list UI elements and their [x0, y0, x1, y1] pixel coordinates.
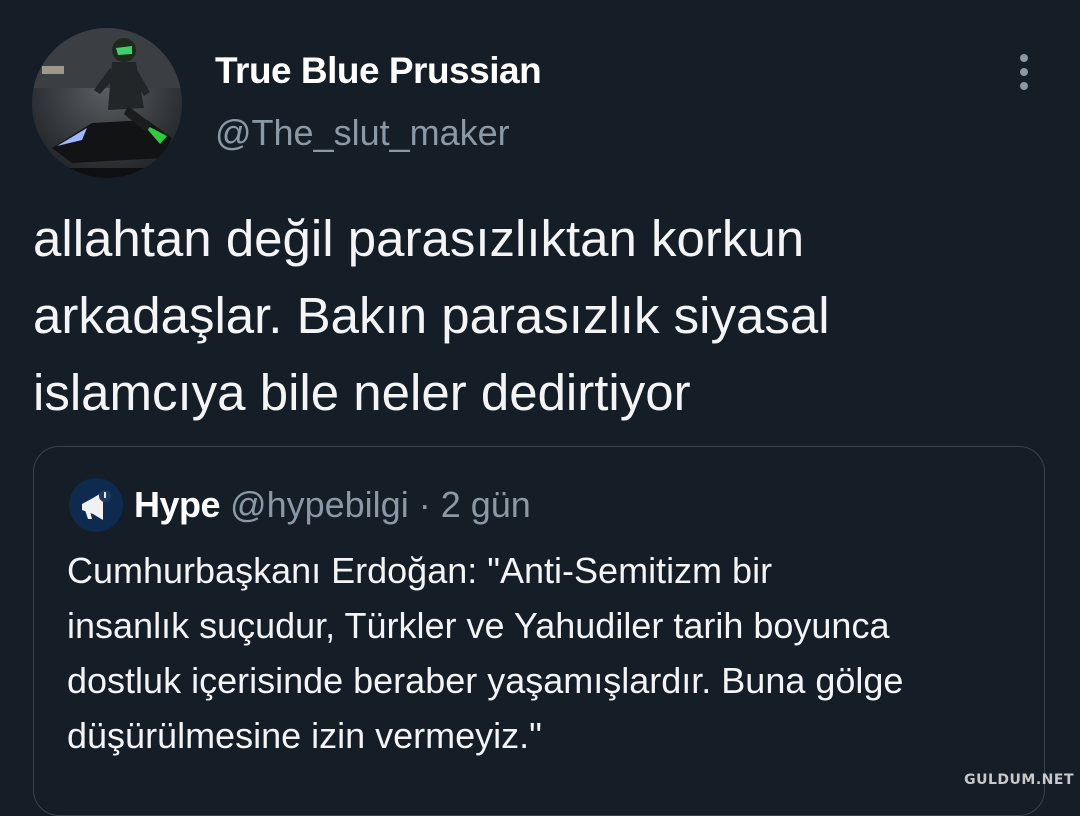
hype-logo-icon	[69, 478, 123, 532]
quoted-tweet-header: Hype @hypebilgi · 2 gün	[134, 483, 531, 527]
author-avatar[interactable]	[32, 28, 182, 178]
more-vertical-icon	[1020, 82, 1028, 90]
quoted-author-handle[interactable]: @hypebilgi	[230, 484, 409, 525]
more-vertical-icon	[1020, 54, 1028, 62]
more-options-button[interactable]	[1004, 50, 1044, 94]
author-name[interactable]: True Blue Prussian	[215, 50, 542, 92]
more-vertical-icon	[1020, 68, 1028, 76]
author-handle[interactable]: @The_slut_maker	[215, 112, 510, 154]
quoted-tweet-text: Cumhurbaşkanı Erdoğan: "Anti-Semitizm bi…	[67, 550, 904, 756]
site-watermark: GULDUM.NET	[964, 772, 1074, 788]
avatar-photo-icon	[32, 28, 182, 178]
quoted-author-avatar[interactable]	[69, 478, 123, 532]
tweet-text: allahtan değil parasızlıktan korkun arka…	[33, 210, 830, 421]
tweet: True Blue Prussian @The_slut_maker allah…	[0, 0, 1080, 816]
quoted-tweet-time[interactable]: 2 gün	[441, 484, 531, 525]
header-separator: ·	[418, 484, 431, 525]
quoted-author-name[interactable]: Hype	[134, 484, 221, 525]
quoted-tweet-card[interactable]: Hype @hypebilgi · 2 gün Cumhurbaşkanı Er…	[33, 446, 1045, 816]
